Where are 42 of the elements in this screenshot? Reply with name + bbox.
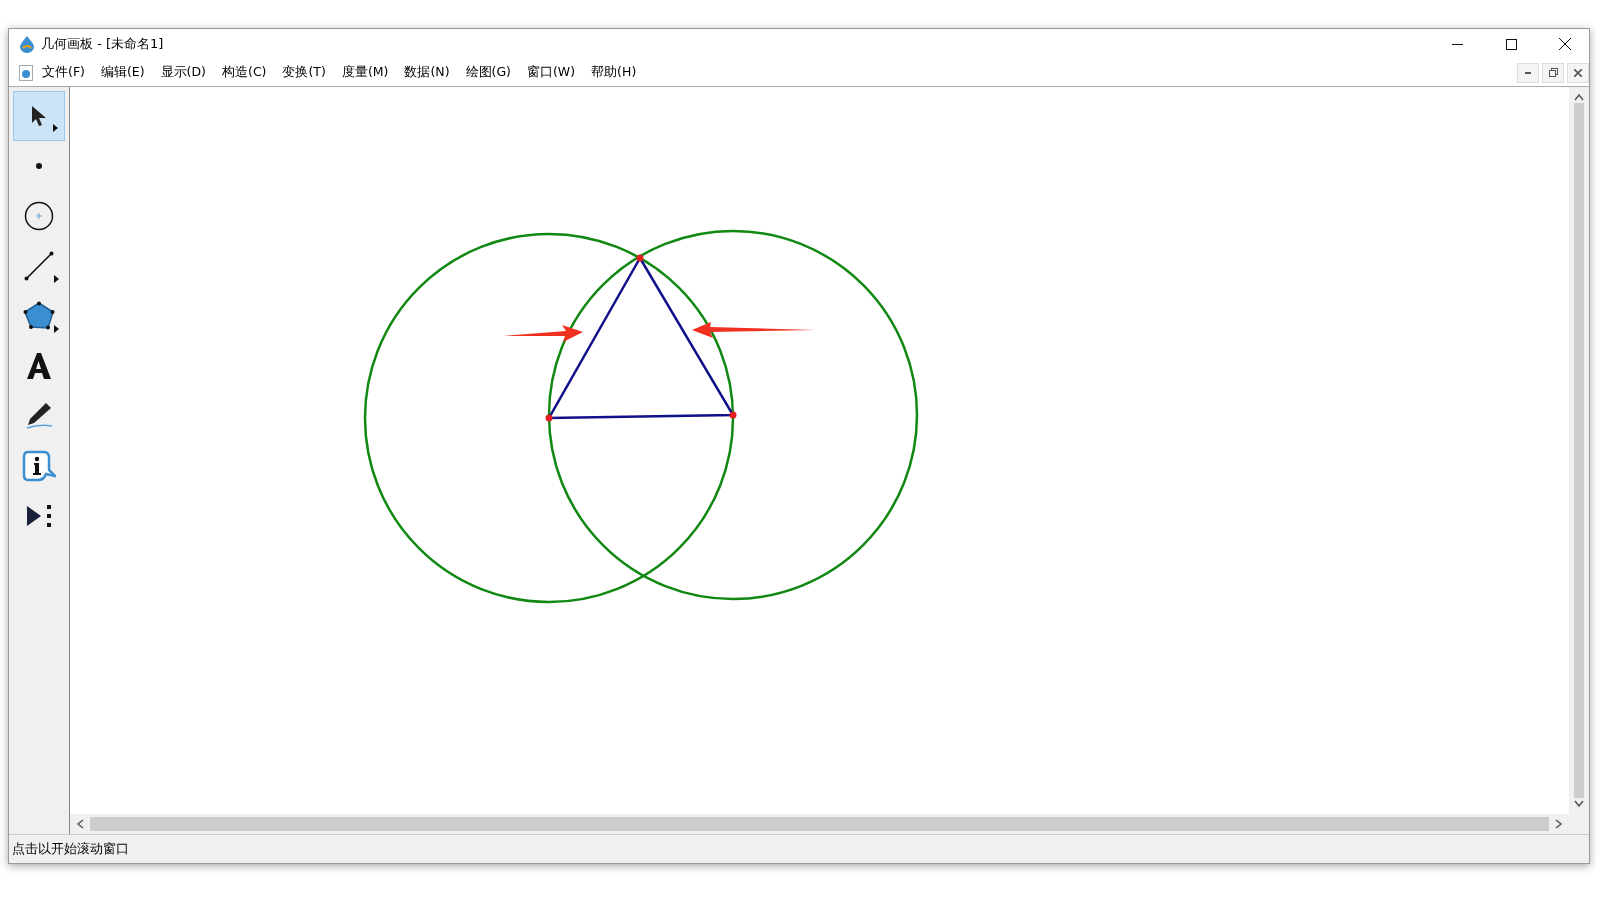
menu-item[interactable]: 文件(F) [35,62,92,83]
horizontal-scrollbar[interactable] [70,814,1589,834]
menu-item[interactable]: 构造(C) [215,62,274,83]
close-button[interactable] [1567,62,1589,83]
menu-item[interactable]: 帮助(H) [584,62,644,83]
menu-item[interactable]: 窗口(W) [520,62,583,83]
menu-item[interactable]: 绘图(G) [458,62,518,83]
maximize-icon [1505,38,1517,50]
point [545,414,553,422]
restore-icon [1548,68,1558,77]
minimize-icon [1451,43,1463,45]
restore-button[interactable] [1542,62,1564,83]
scroll-down-icon [1574,800,1584,808]
letter-a-icon [26,352,52,380]
minimize-button[interactable] [1517,62,1539,83]
line-segment-icon [24,251,54,281]
status-text: 点击以开始滚动窗口 [12,840,129,858]
menu-item[interactable]: 显示(D) [153,62,213,83]
point [729,411,737,419]
arrow-pointer-icon [30,105,48,127]
point [636,254,644,262]
menu-item[interactable]: 度量(M) [334,62,396,83]
menu-item[interactable]: 编辑(E) [93,62,152,83]
pentagon-icon [23,301,55,331]
scroll-left-icon [76,819,84,829]
marker-pen-icon [24,402,54,430]
tool-button[interactable] [13,91,65,141]
close-icon [1559,38,1571,50]
info-bubble-icon [22,450,56,482]
window-title: 几何画板 - [未命名1] [41,35,164,53]
play-more-icon [24,503,54,529]
app-logo-icon [19,35,35,53]
circle-icon [24,201,54,231]
scroll-right-icon [1555,819,1563,829]
menu-item[interactable]: 数据(N) [397,62,457,83]
close-icon [1574,68,1582,77]
document-icon[interactable] [19,64,33,81]
minimize-icon [1525,71,1531,74]
point-icon [36,163,42,169]
menu-item[interactable]: 变换(T) [275,62,333,83]
scroll-up-icon [1574,93,1584,101]
vertical-scrollbar[interactable] [1569,87,1589,814]
